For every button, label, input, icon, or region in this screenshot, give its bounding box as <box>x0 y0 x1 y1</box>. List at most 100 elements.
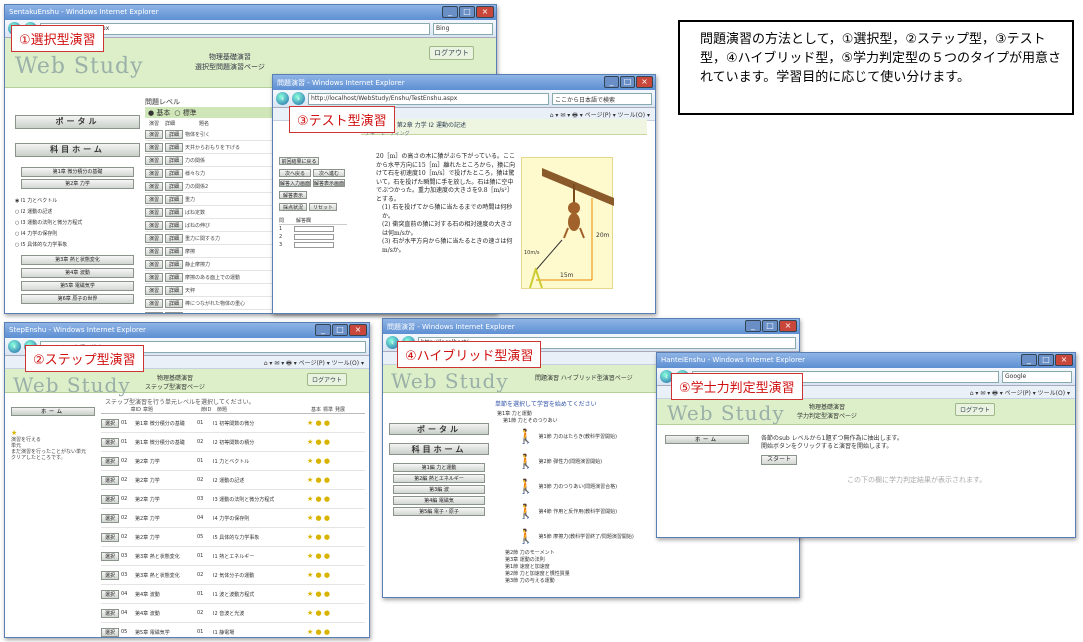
home-button[interactable]: ホーム <box>11 407 95 416</box>
tree-item[interactable]: 第2節 力と加速度と慣性質量 <box>505 571 637 578</box>
detail-button[interactable]: 詳細 <box>165 233 183 243</box>
start-button[interactable]: スタート <box>761 455 797 465</box>
tree-sub[interactable]: 第1節 力とそのつりあい <box>497 418 637 425</box>
search-box[interactable]: Google <box>1002 370 1072 383</box>
chapter-button[interactable]: 第5編 電子・原子 <box>393 507 485 516</box>
section-radio[interactable]: ○ Ⅰ3 運動の法則と微分方程式 <box>15 219 140 230</box>
answer-show-button[interactable]: 解答表示 <box>279 191 307 199</box>
practice-button[interactable]: 演習 <box>145 220 163 230</box>
close-button[interactable]: × <box>636 76 653 88</box>
score-button[interactable]: 採点状況 <box>279 203 307 211</box>
chapter-button[interactable]: 第5章 電磁気学 <box>21 281 134 291</box>
tree-root[interactable]: 第1章 力と運動 <box>497 411 637 418</box>
practice-button[interactable]: 演習 <box>145 259 163 269</box>
practice-button[interactable]: 演習 <box>145 285 163 295</box>
close-button[interactable]: × <box>349 324 367 336</box>
lesson-item[interactable]: 🚶 第4節 作用と反作用(教科学習開始) <box>517 500 637 525</box>
answer-input[interactable] <box>294 226 335 232</box>
select-button[interactable]: 選択 <box>101 589 119 599</box>
select-button[interactable]: 選択 <box>101 437 119 447</box>
search-box[interactable]: Bing <box>433 22 493 35</box>
minimize-button[interactable]: _ <box>1021 354 1037 366</box>
minimize-button[interactable]: _ <box>745 320 761 332</box>
logout-button[interactable]: ログアウト <box>429 46 474 60</box>
logout-button[interactable]: ログアウト <box>954 403 995 416</box>
prev-button[interactable]: 次へ戻る <box>279 169 311 177</box>
minimize-button[interactable]: _ <box>604 76 619 88</box>
select-button[interactable]: 選択 <box>101 456 119 466</box>
chapter-button[interactable]: 第1章 微分積分の基礎 <box>21 167 134 177</box>
detail-button[interactable]: 詳細 <box>165 129 183 139</box>
select-button[interactable]: 選択 <box>101 532 119 542</box>
back-result-button[interactable]: 前回結果に戻る <box>279 157 319 165</box>
answer-input[interactable] <box>294 234 335 240</box>
select-button[interactable]: 選択 <box>101 570 119 580</box>
tree-item[interactable]: 第2節 力のモーメント <box>505 550 637 557</box>
reset-button[interactable]: リセット <box>309 203 337 211</box>
chapter-button[interactable]: 第3章 熱と状態変化 <box>21 255 134 265</box>
tree-item[interactable]: 第3節 力の与える運動 <box>505 578 637 585</box>
detail-button[interactable]: 詳細 <box>165 181 183 191</box>
chapter-button[interactable]: 第4編 電磁気 <box>393 496 485 505</box>
maximize-button[interactable]: □ <box>620 76 635 88</box>
practice-button[interactable]: 演習 <box>145 155 163 165</box>
detail-button[interactable]: 詳細 <box>165 142 183 152</box>
detail-button[interactable]: 詳細 <box>165 272 183 282</box>
detail-button[interactable]: 詳細 <box>165 285 183 295</box>
select-button[interactable]: 選択 <box>101 494 119 504</box>
detail-button[interactable]: 詳細 <box>165 298 183 308</box>
practice-button[interactable]: 演習 <box>145 233 163 243</box>
detail-button[interactable]: 詳細 <box>165 220 183 230</box>
answer-input-button[interactable]: 解答入力画面 <box>279 179 311 187</box>
level-standard-radio[interactable]: ○ 標準 <box>174 108 196 118</box>
select-button[interactable]: 選択 <box>101 475 119 485</box>
lesson-item[interactable]: 🚶 第5節 摩擦力(教科学習終了/問題演習開始) <box>517 525 637 550</box>
practice-button[interactable]: 演習 <box>145 246 163 256</box>
maximize-button[interactable]: □ <box>459 6 475 18</box>
select-button[interactable]: 選択 <box>101 418 119 428</box>
answer-input[interactable] <box>294 242 335 248</box>
practice-button[interactable]: 演習 <box>145 181 163 191</box>
chapter-button[interactable]: 第1編 力と運動 <box>393 463 485 472</box>
chapter-button[interactable]: 第2編 熱とエネルギー <box>393 474 485 483</box>
maximize-button[interactable]: □ <box>1038 354 1054 366</box>
close-button[interactable]: × <box>779 320 797 332</box>
detail-button[interactable]: 詳細 <box>165 155 183 165</box>
detail-button[interactable]: 詳細 <box>165 246 183 256</box>
minimize-button[interactable]: _ <box>315 324 331 336</box>
chapter-button[interactable]: 第6章 原子の世界 <box>21 294 134 304</box>
section-radio[interactable]: ○ Ⅰ4 力学の保存則 <box>15 230 140 241</box>
home-button[interactable]: ホーム <box>665 435 749 444</box>
back-icon[interactable]: ‹ <box>8 340 21 353</box>
close-button[interactable]: × <box>1055 354 1073 366</box>
chapter-button[interactable]: 第4章 波動 <box>21 268 134 278</box>
detail-button[interactable]: 詳細 <box>165 207 183 217</box>
detail-button[interactable]: 詳細 <box>165 259 183 269</box>
practice-button[interactable]: 演習 <box>145 129 163 139</box>
close-button[interactable]: × <box>476 6 494 18</box>
practice-button[interactable]: 演習 <box>145 194 163 204</box>
lesson-item[interactable]: 🚶 第3節 力のつりあい(問題演習合格) <box>517 475 637 500</box>
select-button[interactable]: 選択 <box>101 608 119 618</box>
maximize-button[interactable]: □ <box>762 320 778 332</box>
detail-button[interactable]: 詳細 <box>165 194 183 204</box>
lesson-item[interactable]: 🚶 第2節 弾性力(問題演習開始) <box>517 450 637 475</box>
select-button[interactable]: 選択 <box>101 627 119 637</box>
section-radio[interactable]: ◉ Ⅰ1 力とベクトル <box>15 197 140 208</box>
detail-button[interactable]: 詳細 <box>165 168 183 178</box>
detail-button[interactable]: 詳細 <box>165 311 183 313</box>
practice-button[interactable]: 演習 <box>145 142 163 152</box>
chapter-button[interactable]: 第3編 波 <box>393 485 485 494</box>
address-bar[interactable]: http://localhost/WebStudy/Enshu/TestEnsh… <box>308 92 549 105</box>
select-button[interactable]: 選択 <box>101 513 119 523</box>
practice-button[interactable]: 演習 <box>145 168 163 178</box>
lesson-item[interactable]: 🚶 第1節 力のはたらき(教科学習開始) <box>517 425 637 450</box>
practice-button[interactable]: 演習 <box>145 298 163 308</box>
portal-button[interactable]: ポータル <box>389 423 489 435</box>
practice-button[interactable]: 演習 <box>145 207 163 217</box>
tree-item[interactable]: 第1節 速度と加速度 <box>505 564 637 571</box>
portal-button[interactable]: ポータル <box>15 115 140 129</box>
minimize-button[interactable]: _ <box>442 6 458 18</box>
practice-button[interactable]: 演習 <box>145 311 163 313</box>
search-box[interactable]: ここから日本語で検索 <box>552 92 652 105</box>
